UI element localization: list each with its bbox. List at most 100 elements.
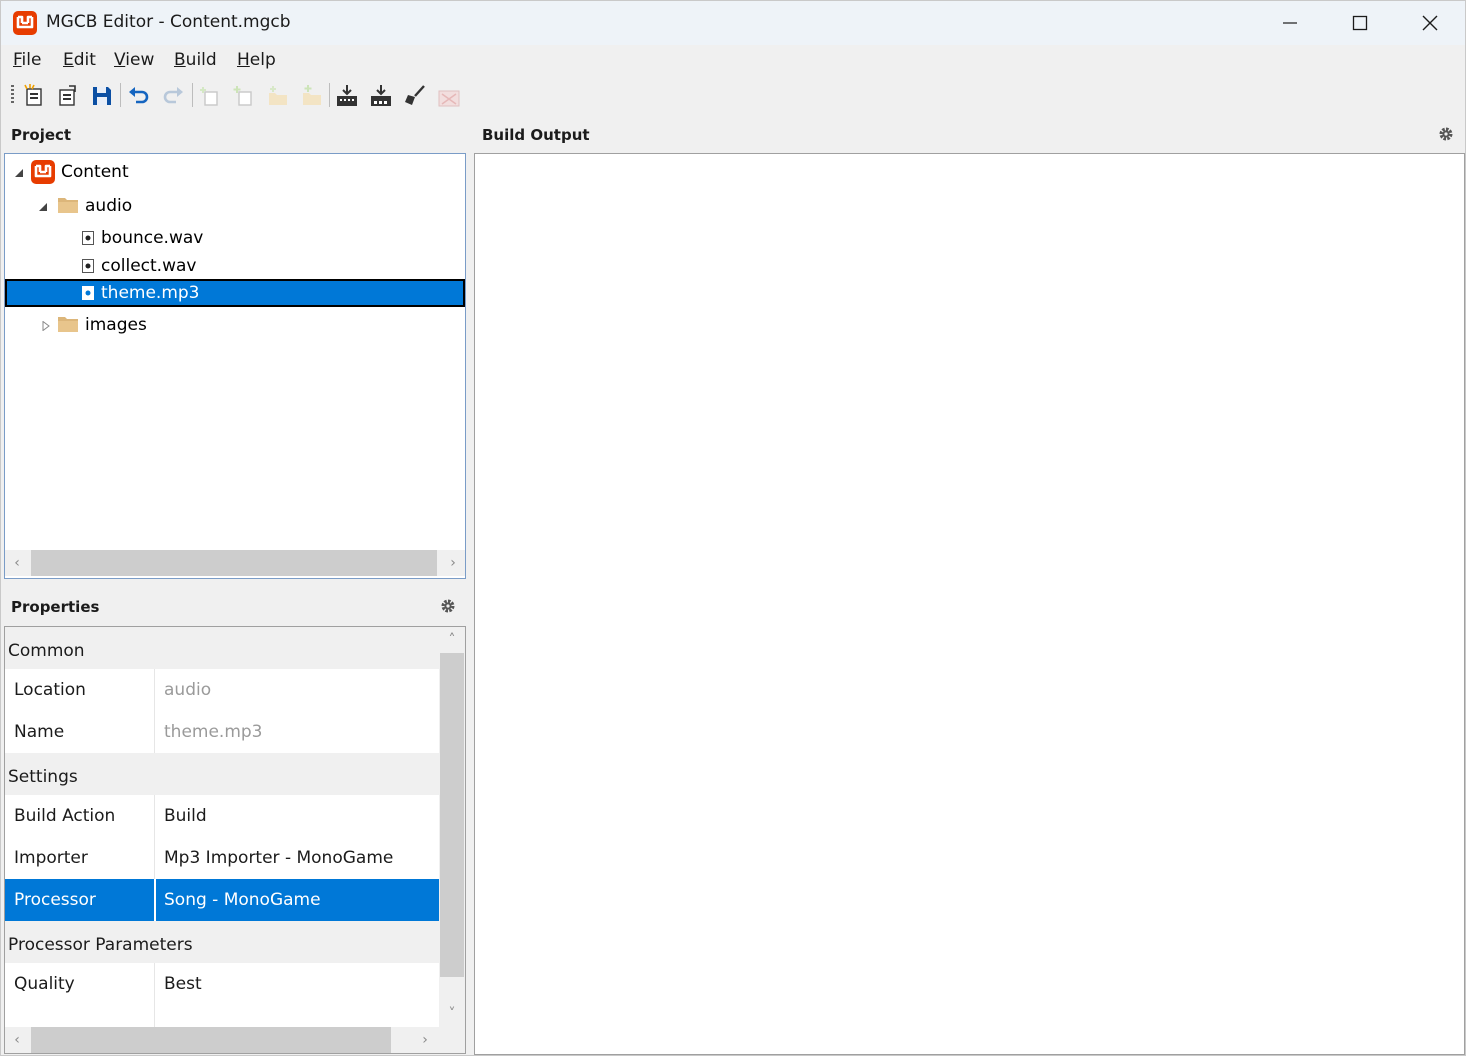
category-label: Common <box>8 641 85 661</box>
redo-button[interactable] <box>160 83 186 109</box>
property-divider <box>154 963 155 1027</box>
property-value: theme.mp3 <box>164 722 263 742</box>
scroll-up-arrow-icon[interactable]: ˄ <box>440 627 464 653</box>
menu-build-label: uild <box>185 50 217 70</box>
minimize-icon <box>1283 22 1297 24</box>
new-item-button[interactable] <box>197 83 223 109</box>
property-name: Importer <box>14 848 88 868</box>
category-processor-parameters[interactable]: Processor Parameters <box>5 921 440 963</box>
tree-item-label: bounce.wav <box>101 228 204 248</box>
gear-icon[interactable] <box>440 598 456 614</box>
property-row-name[interactable]: Name theme.mp3 <box>5 711 440 753</box>
tree-item-theme-mp3[interactable]: theme.mp3 <box>5 279 465 307</box>
property-value[interactable]: Mp3 Importer - MonoGame <box>164 848 393 868</box>
minimize-button[interactable] <box>1255 1 1325 45</box>
properties-horizontal-scrollbar[interactable]: ‹ › <box>5 1027 465 1053</box>
property-row-quality[interactable]: Quality Best <box>5 963 440 1027</box>
menu-help-mnemonic: H <box>237 50 250 70</box>
tree-item-label: collect.wav <box>101 256 197 276</box>
close-icon <box>1422 15 1438 31</box>
property-divider <box>154 879 156 921</box>
maximize-icon <box>1352 15 1368 31</box>
cancel-build-button[interactable] <box>436 83 462 109</box>
add-existing-folder-button[interactable] <box>299 83 325 109</box>
property-row-importer[interactable]: Importer Mp3 Importer - MonoGame <box>5 837 440 879</box>
build-button[interactable] <box>334 83 360 109</box>
tree-item-audio-folder[interactable]: audio <box>5 192 465 220</box>
maximize-button[interactable] <box>1325 1 1395 45</box>
menu-file-mnemonic: F <box>13 50 22 70</box>
menu-build-mnemonic: B <box>174 50 186 70</box>
menu-help-label: elp <box>249 50 276 70</box>
scroll-down-arrow-icon[interactable]: ˅ <box>440 1001 464 1027</box>
tree-item-bounce-wav[interactable]: bounce.wav <box>5 224 465 252</box>
menu-view-label: iew <box>125 50 155 70</box>
tree-item-label: images <box>85 315 147 335</box>
close-button[interactable] <box>1395 1 1465 45</box>
menu-file[interactable]: File <box>13 50 41 70</box>
new-project-icon <box>24 84 42 106</box>
category-label: Processor Parameters <box>8 935 193 955</box>
tree-item-images-folder[interactable]: images <box>5 311 465 339</box>
scroll-right-arrow-icon[interactable]: › <box>413 1027 437 1053</box>
project-tree[interactable]: Content audio bounce.wav collect.wav the… <box>4 153 466 579</box>
add-existing-item-button[interactable] <box>231 83 257 109</box>
menu-help[interactable]: Help <box>237 50 276 70</box>
properties-vertical-scrollbar[interactable]: ˄ ˅ <box>439 627 465 1027</box>
expand-triangle-icon[interactable] <box>41 321 51 331</box>
gear-icon[interactable] <box>1438 126 1454 142</box>
category-settings[interactable]: Settings <box>5 753 440 795</box>
project-horizontal-scrollbar[interactable]: ‹ › <box>5 550 465 576</box>
property-value[interactable]: Best <box>164 974 202 994</box>
title-bar: MGCB Editor - Content.mgcb <box>1 1 1465 45</box>
properties-vscroll-thumb[interactable] <box>440 653 464 977</box>
scroll-left-arrow-icon[interactable]: ‹ <box>5 550 29 576</box>
project-title: Project <box>11 126 72 144</box>
new-item-icon <box>200 87 218 106</box>
project-header: Project <box>1 116 471 152</box>
menu-view[interactable]: View <box>114 50 154 70</box>
build-output-area[interactable] <box>474 153 1465 1055</box>
collapse-triangle-icon[interactable] <box>14 168 24 178</box>
property-value[interactable]: Song - MonoGame <box>164 890 321 910</box>
rebuild-button[interactable] <box>368 83 394 109</box>
clean-icon <box>405 85 425 105</box>
tree-item-label: Content <box>61 162 129 182</box>
properties-hscroll-thumb[interactable] <box>31 1027 391 1053</box>
build-output-title: Build Output <box>482 126 590 144</box>
window-title: MGCB Editor - Content.mgcb <box>46 12 291 32</box>
undo-button[interactable] <box>126 83 152 109</box>
open-project-button[interactable] <box>55 83 81 109</box>
scroll-left-arrow-icon[interactable]: ‹ <box>5 1027 29 1053</box>
project-scroll-thumb[interactable] <box>31 550 437 576</box>
property-value[interactable]: Build <box>164 806 207 826</box>
build-output-header: Build Output <box>472 116 1465 152</box>
monogame-icon <box>31 160 55 184</box>
property-divider <box>154 711 155 753</box>
property-divider <box>154 795 155 837</box>
menu-file-label: ile <box>21 50 42 70</box>
category-label: Settings <box>8 767 78 787</box>
menu-build[interactable]: Build <box>174 50 217 70</box>
property-row-location[interactable]: Location audio <box>5 669 440 711</box>
new-folder-button[interactable] <box>265 83 291 109</box>
open-project-icon <box>59 85 76 106</box>
category-common[interactable]: Common <box>5 627 440 669</box>
properties-grid[interactable]: Common Location audio Name theme.mp3 Set… <box>4 626 466 1054</box>
collapse-triangle-icon[interactable] <box>38 202 48 212</box>
menu-edit[interactable]: Edit <box>63 50 96 70</box>
new-project-button[interactable] <box>21 83 47 109</box>
scroll-right-arrow-icon[interactable]: › <box>441 550 465 576</box>
clean-button[interactable] <box>402 83 428 109</box>
toolbar-grip[interactable] <box>11 85 14 105</box>
save-button[interactable] <box>89 83 115 109</box>
tree-item-content[interactable]: Content <box>5 158 465 186</box>
property-name: Processor <box>14 890 96 910</box>
save-icon <box>93 87 111 105</box>
tree-item-label: audio <box>85 196 133 216</box>
tree-item-collect-wav[interactable]: collect.wav <box>5 252 465 280</box>
property-row-build-action[interactable]: Build Action Build <box>5 795 440 837</box>
property-row-processor[interactable]: Processor Song - MonoGame <box>5 879 440 921</box>
menu-view-mnemonic: V <box>114 50 126 70</box>
properties-header: Properties <box>1 588 471 624</box>
